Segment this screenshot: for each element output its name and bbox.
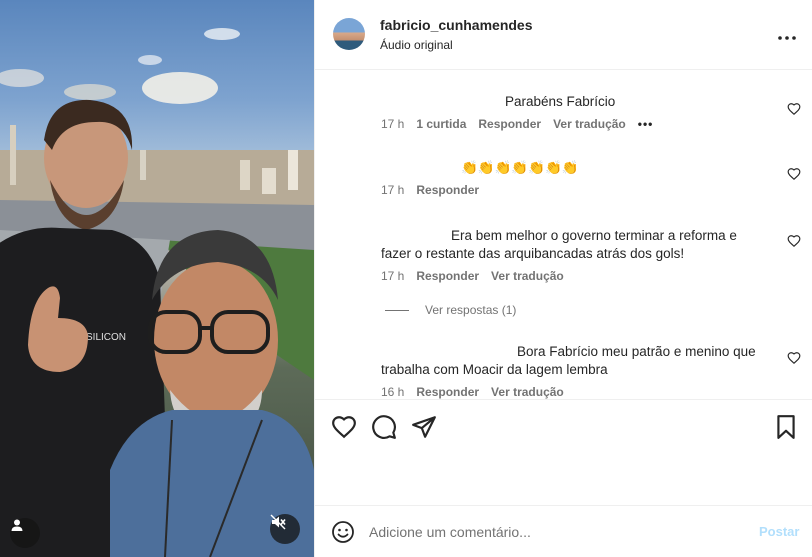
replies-divider bbox=[385, 309, 409, 311]
translate-button[interactable]: Ver tradução bbox=[553, 117, 626, 131]
comments-list[interactable]: Parabéns Fabrício 17 h 1 curtida Respond… bbox=[315, 71, 812, 399]
comment-time[interactable]: 17 h bbox=[381, 269, 404, 283]
post-header: fabricio_cunhamendes Áudio original bbox=[315, 0, 812, 70]
comment-time[interactable]: 17 h bbox=[381, 183, 404, 197]
post-side-panel: fabricio_cunhamendes Áudio original Para… bbox=[314, 0, 812, 557]
post-actions-bar bbox=[315, 399, 812, 459]
view-replies-button[interactable]: Ver respostas (1) bbox=[385, 303, 516, 317]
post-media[interactable]: SILICON bbox=[0, 0, 314, 557]
comment-like-icon[interactable] bbox=[787, 351, 801, 365]
reply-button[interactable]: Responder bbox=[416, 385, 479, 399]
comment-like-icon[interactable] bbox=[787, 167, 801, 181]
reply-button[interactable]: Responder bbox=[416, 183, 479, 197]
comment-more-button[interactable]: ••• bbox=[638, 117, 654, 131]
comment-time[interactable]: 17 h bbox=[381, 117, 404, 131]
view-replies-label: Ver respostas (1) bbox=[425, 303, 517, 317]
comment-text: 👏👏👏👏👏👏👏 bbox=[461, 160, 579, 175]
comment-meta: 17 h Responder bbox=[381, 183, 761, 197]
more-options-icon bbox=[778, 24, 796, 45]
comment-item: Bora Fabrício meu patrão e menino que tr… bbox=[381, 343, 761, 399]
user-tag-button[interactable] bbox=[10, 518, 40, 548]
reply-button[interactable]: Responder bbox=[416, 269, 479, 283]
comment-item: 👏👏👏👏👏👏👏 17 h Responder bbox=[381, 159, 761, 197]
comment-text: Bora Fabrício meu patrão e menino que tr… bbox=[381, 344, 756, 377]
comment-time[interactable]: 16 h bbox=[381, 385, 404, 399]
comment-text: Era bem melhor o governo terminar a refo… bbox=[381, 228, 737, 261]
comment-meta: 16 h Responder Ver tradução bbox=[381, 385, 761, 399]
comment-item: Parabéns Fabrício 17 h 1 curtida Respond… bbox=[381, 93, 761, 131]
comment-meta: 17 h Responder Ver tradução bbox=[381, 269, 761, 283]
heart-icon[interactable] bbox=[331, 414, 357, 440]
translate-button[interactable]: Ver tradução bbox=[491, 385, 564, 399]
share-icon[interactable] bbox=[411, 414, 437, 440]
author-username[interactable]: fabricio_cunhamendes bbox=[380, 17, 533, 33]
audio-label[interactable]: Áudio original bbox=[380, 38, 453, 52]
comment-composer: Postar bbox=[315, 505, 812, 557]
comment-text: Parabéns Fabrício bbox=[505, 94, 616, 109]
comment-icon[interactable] bbox=[371, 414, 397, 440]
comment-meta: 17 h 1 curtida Responder Ver tradução ••… bbox=[381, 117, 761, 131]
emoji-icon[interactable] bbox=[331, 520, 355, 544]
comment-item: Era bem melhor o governo terminar a refo… bbox=[381, 227, 761, 283]
video-frame: SILICON bbox=[0, 28, 314, 557]
comment-like-icon[interactable] bbox=[787, 234, 801, 248]
comment-like-icon[interactable] bbox=[787, 102, 801, 116]
reply-button[interactable]: Responder bbox=[478, 117, 541, 131]
post-comment-button[interactable]: Postar bbox=[759, 524, 799, 539]
comment-input[interactable] bbox=[369, 519, 739, 545]
more-options-button[interactable] bbox=[775, 24, 799, 44]
bookmark-icon[interactable] bbox=[773, 414, 799, 440]
mute-toggle-button[interactable] bbox=[270, 514, 300, 544]
avatar[interactable] bbox=[333, 18, 365, 50]
svg-text:SILICON: SILICON bbox=[86, 332, 126, 343]
translate-button[interactable]: Ver tradução bbox=[491, 269, 564, 283]
comment-likes[interactable]: 1 curtida bbox=[416, 117, 466, 131]
